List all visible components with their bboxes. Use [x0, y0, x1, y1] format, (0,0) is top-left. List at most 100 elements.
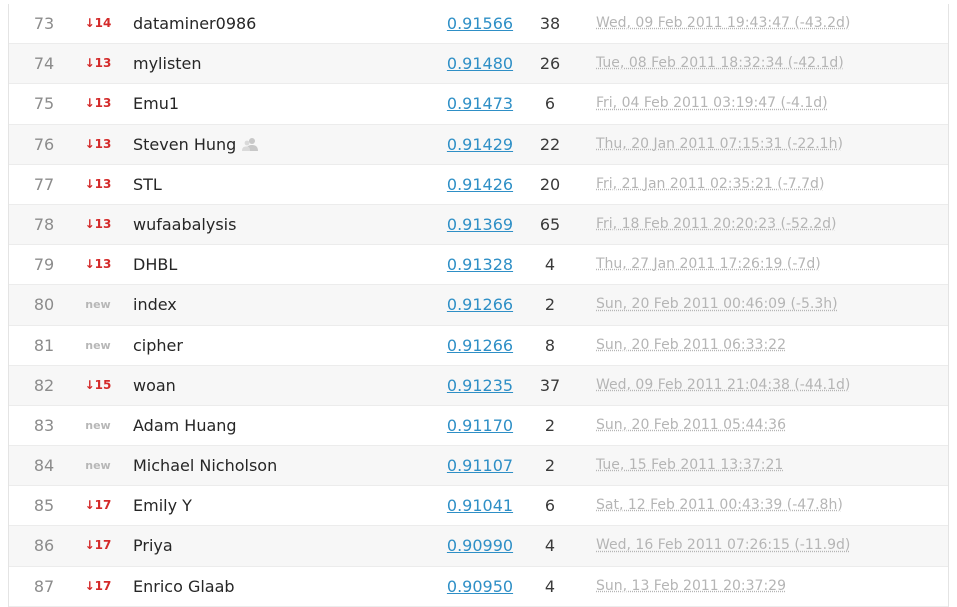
score-link[interactable]: 0.91480 [429, 44, 531, 83]
new-entry-badge: new [85, 418, 111, 432]
rank-cell: 78 [33, 214, 55, 234]
team-members-icon[interactable] [242, 126, 259, 151]
last-submission-time: Tue, 08 Feb 2011 18:32:34 (-42.1d) [596, 55, 844, 72]
last-submission-time: Sun, 20 Feb 2011 06:33:22 [596, 336, 786, 353]
team-name[interactable]: STL [133, 165, 162, 204]
team-name-label[interactable]: wufaabalysis [133, 215, 236, 234]
entries-count: 4 [544, 576, 556, 596]
team-name-label[interactable]: STL [133, 175, 162, 194]
team-name-label[interactable]: index [133, 295, 177, 314]
rank-cell: 80 [33, 295, 55, 315]
last-submission-time: Fri, 18 Feb 2011 20:20:23 (-52.2d) [596, 215, 837, 232]
table-row: 81 new cipher 0.91266 8 Sun, 20 Feb 2011… [9, 325, 948, 366]
rank-change-badge: ↓13 [84, 176, 112, 191]
last-submission-time: Wed, 09 Feb 2011 21:04:38 (-44.1d) [596, 376, 851, 393]
rank-cell: 83 [33, 415, 55, 435]
rank-cell: 81 [33, 335, 55, 355]
last-submission-time: Wed, 09 Feb 2011 19:43:47 (-43.2d) [596, 15, 851, 31]
score-link[interactable]: 0.91426 [429, 165, 531, 204]
table-row: 75 ↓13 Emu1 0.91473 6 Fri, 04 Feb 2011 0… [9, 84, 948, 125]
score-link[interactable]: 0.91328 [429, 245, 531, 284]
last-submission-time: Sun, 20 Feb 2011 00:46:09 (-5.3h) [596, 296, 838, 313]
team-name-label[interactable]: Steven Hung [133, 135, 236, 154]
entries-count: 4 [544, 255, 556, 275]
team-name[interactable]: Adam Huang [133, 406, 237, 445]
rank-change-badge: ↓14 [84, 16, 112, 30]
rank-cell: 77 [33, 174, 55, 194]
score-link[interactable]: 0.91266 [429, 285, 531, 324]
team-name-label[interactable]: woan [133, 376, 176, 395]
table-row: 87 ↓17 Enrico Glaab 0.90950 4 Sun, 13 Fe… [9, 566, 948, 607]
table-row: 84 new Michael Nicholson 0.91107 2 Tue, … [9, 446, 948, 487]
leaderboard-table: 73 ↓14 dataminer0986 0.91566 38 Wed, 09 … [8, 4, 949, 607]
table-row: 79 ↓13 DHBL 0.91328 4 Thu, 27 Jan 2011 1… [9, 245, 948, 286]
team-name-label[interactable]: DHBL [133, 255, 177, 274]
team-name[interactable]: wufaabalysis [133, 205, 236, 244]
team-name[interactable]: Emu1 [133, 84, 179, 123]
team-name-label[interactable]: dataminer0986 [133, 14, 256, 33]
rank-change-badge: ↓17 [84, 498, 112, 513]
score-link[interactable]: 0.91235 [429, 366, 531, 405]
team-name-label[interactable]: mylisten [133, 54, 202, 73]
team-name[interactable]: Priya [133, 526, 173, 565]
entries-count: 65 [539, 214, 561, 234]
team-name-label[interactable]: Adam Huang [133, 416, 237, 435]
team-name[interactable]: Steven Hung [133, 125, 259, 164]
score-link[interactable]: 0.90950 [429, 567, 531, 606]
entries-count: 37 [539, 375, 561, 395]
last-submission-time: Sun, 20 Feb 2011 05:44:36 [596, 416, 786, 433]
team-name[interactable]: index [133, 285, 177, 324]
rank-cell: 76 [33, 134, 55, 154]
rank-change-badge: ↓17 [84, 538, 112, 553]
last-submission-time: Wed, 16 Feb 2011 07:26:15 (-11.9d) [596, 537, 851, 554]
rank-cell: 87 [33, 576, 55, 596]
team-name-label[interactable]: Priya [133, 536, 173, 555]
score-link[interactable]: 0.91170 [429, 406, 531, 445]
new-entry-badge: new [85, 459, 111, 473]
rank-change-badge: ↓13 [84, 56, 112, 71]
team-name-label[interactable]: cipher [133, 336, 183, 355]
score-link[interactable]: 0.91107 [429, 446, 531, 485]
score-link[interactable]: 0.90990 [429, 526, 531, 565]
score-link[interactable]: 0.91429 [429, 125, 531, 164]
score-link[interactable]: 0.91566 [429, 4, 531, 43]
team-name[interactable]: Emily Y [133, 486, 192, 525]
team-name[interactable]: Michael Nicholson [133, 446, 277, 485]
rank-change-badge: ↓15 [84, 377, 112, 392]
rank-change-badge: ↓13 [84, 136, 112, 151]
rank-change-badge: ↓13 [84, 96, 112, 111]
team-name[interactable]: cipher [133, 326, 183, 365]
score-link[interactable]: 0.91369 [429, 205, 531, 244]
last-submission-time: Tue, 15 Feb 2011 13:37:21 [596, 457, 784, 474]
last-submission-time: Sat, 12 Feb 2011 00:43:39 (-47.8h) [596, 497, 843, 514]
score-link[interactable]: 0.91266 [429, 326, 531, 365]
team-name[interactable]: mylisten [133, 44, 202, 83]
team-name-label[interactable]: Enrico Glaab [133, 577, 235, 596]
table-row: 78 ↓13 wufaabalysis 0.91369 65 Fri, 18 F… [9, 204, 948, 246]
rank-cell: 82 [33, 375, 55, 395]
last-submission-time: Thu, 27 Jan 2011 17:26:19 (-7d) [596, 256, 821, 273]
team-name[interactable]: dataminer0986 [133, 4, 256, 43]
score-link[interactable]: 0.91473 [429, 84, 531, 123]
table-row: 80 new index 0.91266 2 Sun, 20 Feb 2011 … [9, 285, 948, 326]
entries-count: 20 [539, 174, 561, 194]
team-name[interactable]: Enrico Glaab [133, 567, 235, 606]
last-submission-time: Fri, 04 Feb 2011 03:19:47 (-4.1d) [596, 95, 828, 112]
team-name-label[interactable]: Emily Y [133, 496, 192, 515]
rank-cell: 79 [33, 255, 55, 275]
score-link[interactable]: 0.91041 [429, 486, 531, 525]
team-name[interactable]: woan [133, 366, 176, 405]
team-name-label[interactable]: Emu1 [133, 94, 179, 113]
entries-count: 2 [544, 456, 556, 476]
table-row: 74 ↓13 mylisten 0.91480 26 Tue, 08 Feb 2… [9, 44, 948, 85]
table-row: 73 ↓14 dataminer0986 0.91566 38 Wed, 09 … [9, 4, 948, 45]
rank-change-badge: ↓17 [84, 578, 112, 593]
entries-count: 8 [544, 335, 556, 355]
team-name-label[interactable]: Michael Nicholson [133, 456, 277, 475]
new-entry-badge: new [85, 298, 111, 312]
rank-cell: 74 [33, 54, 55, 74]
entries-count: 6 [544, 94, 556, 114]
team-name[interactable]: DHBL [133, 245, 177, 284]
new-entry-badge: new [85, 338, 111, 352]
table-row: 83 new Adam Huang 0.91170 2 Sun, 20 Feb … [9, 405, 948, 447]
